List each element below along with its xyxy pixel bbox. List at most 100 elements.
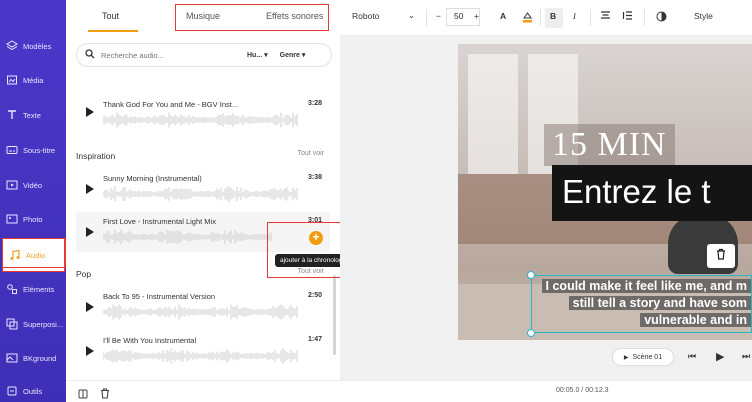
photo-icon xyxy=(6,213,18,225)
divider xyxy=(426,9,427,26)
genre-dropdown[interactable]: Genre ▾ xyxy=(280,51,306,59)
title-text-box[interactable]: Entrez le t xyxy=(552,165,752,221)
sidebar-item-sous-titre[interactable]: Sous-titre xyxy=(0,133,66,167)
line-spacing-icon[interactable] xyxy=(622,11,633,23)
layers-icon xyxy=(6,40,18,52)
play-icon[interactable] xyxy=(86,227,94,237)
play-icon[interactable] xyxy=(86,184,94,194)
skip-back-icon[interactable]: ⏮ xyxy=(688,351,696,362)
window-shape xyxy=(468,54,518,174)
media-icon xyxy=(6,74,18,86)
heading-text-15-min[interactable]: 15 MIN xyxy=(544,124,675,166)
highlight-color-icon[interactable] xyxy=(522,11,533,25)
highlight-box-tabs xyxy=(175,4,329,31)
scrollbar[interactable] xyxy=(333,275,336,355)
list-item[interactable]: Sunny Morning (Instrumental) 3:38 xyxy=(76,169,330,209)
track-duration: 3:38 xyxy=(307,174,322,181)
subtitle-text-box[interactable]: I could make it feel like me, and m stil… xyxy=(531,275,752,333)
mood-dropdown[interactable]: Hu... ▾ xyxy=(247,51,268,59)
list-item[interactable]: Back To 95 - Instrumental Version 2:50 xyxy=(76,287,330,327)
search-icon xyxy=(85,49,95,61)
play-button[interactable]: ▶ xyxy=(716,350,724,363)
search-bar: Hu... ▾ Genre ▾ xyxy=(76,43,332,67)
waveform xyxy=(103,112,298,128)
tab-tout[interactable]: Tout xyxy=(102,11,119,21)
see-all-link[interactable]: Tout voir xyxy=(298,150,324,157)
sidebar-item-label: Photo xyxy=(23,214,43,224)
sidebar-item-modeles[interactable]: Modèles xyxy=(0,29,66,63)
subtitle-icon xyxy=(6,144,18,156)
sidebar-item-bkground[interactable]: BKground xyxy=(0,341,66,375)
play-icon[interactable] xyxy=(86,346,94,356)
trash-icon xyxy=(716,247,726,265)
play-icon: ▶ xyxy=(623,354,629,361)
waveform xyxy=(103,229,272,245)
italic-button[interactable]: I xyxy=(573,11,576,21)
left-sidebar: Modèles Média Texte Sous-titre Vidéo Pho xyxy=(0,0,66,402)
bold-button[interactable]: B xyxy=(550,11,556,21)
divider xyxy=(590,9,591,26)
style-button[interactable]: Style xyxy=(694,11,713,21)
increase-size-button[interactable]: + xyxy=(474,11,479,21)
sidebar-item-label: Modèles xyxy=(23,41,52,51)
sidebar-item-superposition[interactable]: Superposi... xyxy=(0,307,66,341)
waveform xyxy=(103,348,298,364)
font-size-value: 50 xyxy=(454,11,464,21)
text-color-button[interactable]: A xyxy=(500,11,506,21)
sidebar-item-texte[interactable]: Texte xyxy=(0,98,66,132)
sidebar-item-elements[interactable]: Eléments xyxy=(0,272,66,306)
track-name: Sunny Morning (Instrumental) xyxy=(103,174,202,183)
divider xyxy=(644,9,645,26)
sidebar-item-label: Média xyxy=(23,75,44,85)
sidebar-item-label: Eléments xyxy=(23,284,55,294)
section-title: Inspiration xyxy=(76,151,116,161)
resize-handle[interactable] xyxy=(527,271,535,279)
sidebar-item-photo[interactable]: Photo xyxy=(0,202,66,236)
chevron-down-icon[interactable]: ⌄ xyxy=(408,11,415,20)
section-title: Pop xyxy=(76,269,92,279)
play-icon[interactable] xyxy=(86,107,94,117)
sidebar-item-label: BKground xyxy=(23,353,57,363)
elements-icon xyxy=(6,283,18,295)
track-duration: 1:47 xyxy=(307,336,322,343)
decrease-size-button[interactable]: − xyxy=(436,11,441,21)
active-tab-indicator xyxy=(88,30,138,32)
tools-icon xyxy=(6,385,18,397)
align-center-icon[interactable] xyxy=(600,11,611,23)
skip-forward-icon[interactable]: ⏭ xyxy=(742,351,750,362)
track-duration: 2:50 xyxy=(307,292,322,299)
subtitle-line: vulnerable and in xyxy=(640,313,751,327)
sidebar-item-label: Superposi... xyxy=(23,319,64,329)
bottom-bar: 00:05.0 / 00:12.3 xyxy=(66,380,752,402)
opacity-icon[interactable] xyxy=(656,11,667,24)
video-icon xyxy=(6,179,18,191)
delete-element-button[interactable] xyxy=(707,244,735,268)
overlay-icon xyxy=(6,318,18,330)
background-icon xyxy=(6,352,18,364)
sidebar-item-outils[interactable]: Outils xyxy=(0,374,66,402)
list-item[interactable]: Thank God For You and Me - BGV Inst... 3… xyxy=(76,90,330,130)
split-icon[interactable] xyxy=(78,386,88,402)
text-icon xyxy=(6,109,18,121)
sidebar-item-video[interactable]: Vidéo xyxy=(0,168,66,202)
track-name: I'll Be With You Instrumental xyxy=(103,336,197,345)
resize-handle[interactable] xyxy=(527,329,535,337)
track-name: Thank God For You and Me - BGV Inst... xyxy=(103,100,239,109)
sidebar-item-media[interactable]: Média xyxy=(0,63,66,97)
sidebar-item-label: Vidéo xyxy=(23,180,43,190)
sidebar-item-label: Outils xyxy=(23,386,43,396)
play-icon[interactable] xyxy=(86,302,94,312)
list-item[interactable]: I'll Be With You Instrumental 1:47 xyxy=(76,331,330,371)
sidebar-item-label: Sous-titre xyxy=(23,145,56,155)
trash-icon[interactable] xyxy=(100,386,110,402)
text-toolbar: Roboto ⌄ − 50 + A B I Style xyxy=(340,0,752,36)
subtitle-line: I could make it feel like me, and m xyxy=(541,279,751,293)
audio-tabs: Tout Musique Effets sonores xyxy=(66,0,340,34)
scene-label: Scène 01 xyxy=(632,353,663,361)
font-select[interactable]: Roboto xyxy=(352,11,379,21)
search-input[interactable] xyxy=(101,50,231,60)
genre-dropdown-label: Genre xyxy=(279,52,300,59)
audio-panel: Tout Musique Effets sonores Hu... ▾ Genr… xyxy=(66,0,367,380)
track-name: First Love - Instrumental Light Mix xyxy=(103,217,216,226)
scene-selector[interactable]: ▶ Scène 01 xyxy=(612,348,674,366)
